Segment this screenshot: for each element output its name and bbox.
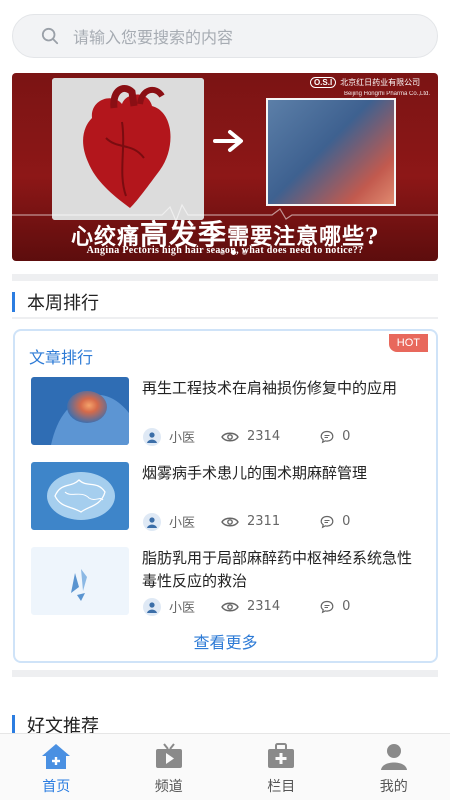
tv-icon (155, 743, 182, 768)
tab-label: 频道 (154, 779, 183, 795)
section-divider (12, 670, 438, 677)
search-placeholder[interactable]: 请输入您要搜索的内容 (73, 24, 233, 48)
carousel-dot-active[interactable] (231, 250, 236, 255)
author-avatar (143, 512, 161, 531)
home-icon (42, 744, 71, 769)
tab-label: 栏目 (267, 779, 296, 795)
bottom-tab-bar: 首页 频道 栏目 我的 (0, 733, 450, 800)
comment-icon (320, 430, 334, 443)
company-logo: O.S.I 北京红日药业有限公司 Beijing Hongrhi Pharma C… (309, 77, 430, 99)
eye-icon (221, 602, 239, 611)
view-count: 2311 (247, 514, 281, 529)
carousel-dots (220, 250, 247, 255)
tab-channel[interactable]: 频道 (113, 734, 226, 800)
tab-column[interactable]: 栏目 (225, 734, 338, 800)
section-accent-bar (12, 715, 15, 735)
logo-en: Beijing Hongrhi Pharma Co.,Ltd. (343, 91, 430, 97)
section-underline (12, 317, 438, 319)
tab-mine[interactable]: 我的 (338, 734, 450, 800)
tab-home[interactable]: 首页 (0, 734, 113, 800)
author-avatar (143, 597, 161, 616)
view-more-link[interactable]: 查看更多 (15, 629, 436, 653)
comment-icon (320, 600, 334, 613)
comment-count: 0 (342, 514, 351, 529)
section-divider (12, 274, 438, 281)
ranking-card: 文章排行 HOT 再生工程技术在肩袖损伤修复中的应用 小医 2314 0 烟雾病… (13, 329, 438, 663)
view-count: 2314 (247, 599, 281, 614)
article-thumbnail[interactable] (31, 377, 129, 445)
article-meta: 小医 2311 0 (143, 512, 350, 531)
article-item[interactable]: 烟雾病手术患儿的围术期麻醉管理 小医 2311 0 (31, 462, 426, 542)
arrow-right-icon (213, 130, 243, 152)
logo-mark: O.S.I (309, 77, 337, 88)
search-bar[interactable]: 请输入您要搜索的内容 (12, 14, 438, 58)
chest-pain-photo (266, 98, 396, 206)
user-icon (380, 744, 407, 770)
heart-illustration (52, 78, 204, 220)
author-avatar (143, 427, 161, 446)
article-title[interactable]: 再生工程技术在肩袖损伤修复中的应用 (142, 377, 426, 400)
article-thumbnail[interactable] (31, 547, 129, 615)
comment-icon (320, 515, 334, 528)
author-name: 小医 (169, 431, 196, 446)
article-meta: 小医 2314 0 (143, 597, 350, 616)
search-icon (41, 27, 59, 45)
eye-icon (221, 517, 239, 526)
article-item[interactable]: 脂肪乳用于局部麻醉药中枢神经系统急性毒性反应的救治 小医 2314 0 (31, 547, 426, 627)
tab-label: 我的 (379, 779, 408, 795)
article-title[interactable]: 脂肪乳用于局部麻醉药中枢神经系统急性毒性反应的救治 (142, 547, 426, 593)
card-title: 文章排行 (29, 348, 94, 367)
view-count: 2314 (247, 429, 281, 444)
article-item[interactable]: 再生工程技术在肩袖损伤修复中的应用 小医 2314 0 (31, 377, 426, 457)
section-accent-bar (12, 292, 15, 312)
comment-count: 0 (342, 599, 351, 614)
eye-icon (221, 432, 239, 441)
author-name: 小医 (169, 516, 196, 531)
medical-kit-icon (268, 743, 295, 768)
article-meta: 小医 2314 0 (143, 427, 350, 446)
section-title-text: 本周排行 (27, 293, 99, 314)
article-title[interactable]: 烟雾病手术患儿的围术期麻醉管理 (142, 462, 426, 485)
carousel-dot[interactable] (220, 250, 225, 255)
author-name: 小医 (169, 601, 196, 616)
tab-label: 首页 (42, 779, 71, 795)
section-title-weekly: 本周排行 (12, 289, 99, 315)
hot-badge: HOT (388, 334, 428, 352)
article-thumbnail[interactable] (31, 462, 129, 530)
promo-banner[interactable]: O.S.I 北京红日药业有限公司 Beijing Hongrhi Pharma C… (12, 73, 438, 261)
comment-count: 0 (342, 429, 351, 444)
carousel-dot[interactable] (242, 250, 247, 255)
logo-cn: 北京红日药业有限公司 (340, 78, 421, 87)
